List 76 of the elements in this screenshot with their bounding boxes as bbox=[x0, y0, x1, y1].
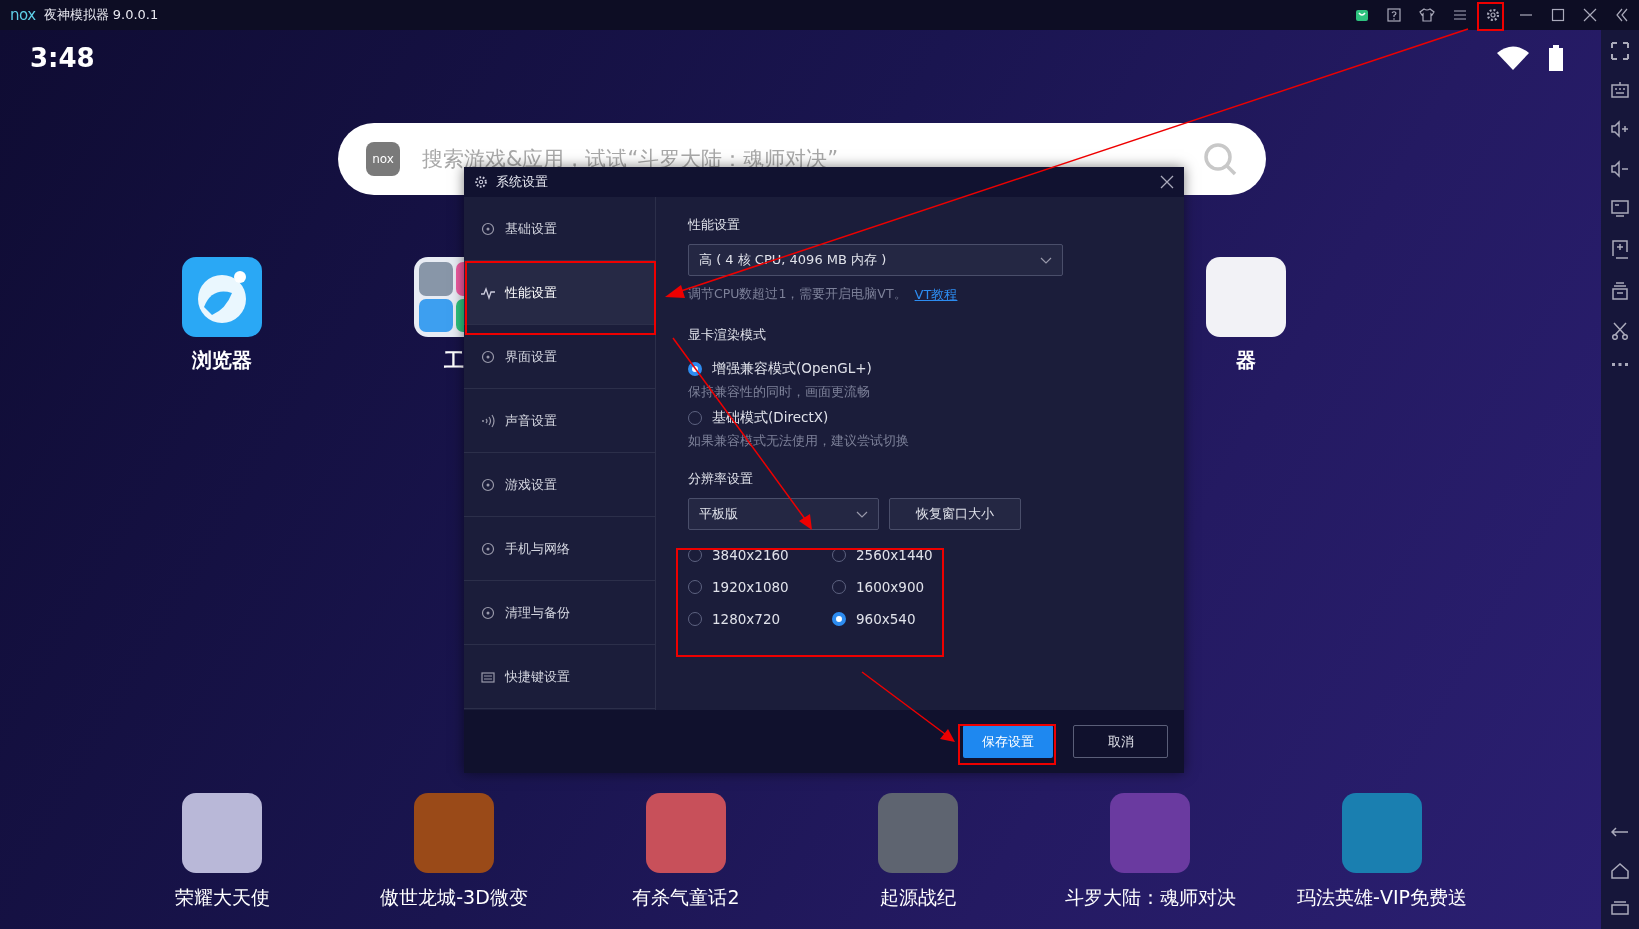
radio-option[interactable]: 2560x1440 bbox=[832, 544, 972, 566]
hint-text: 调节CPU数超过1，需要开启电脑VT。 bbox=[688, 286, 907, 303]
app-icon[interactable] bbox=[182, 793, 262, 873]
nox-logo: nox bbox=[366, 142, 400, 176]
nav-item[interactable]: 游戏设置 bbox=[464, 453, 655, 517]
nav-icon bbox=[481, 541, 495, 556]
clock-time: 3:48 bbox=[30, 43, 95, 73]
nav-icon bbox=[481, 477, 495, 492]
highlight-frame bbox=[1477, 2, 1504, 31]
help-icon[interactable] bbox=[1387, 8, 1401, 22]
maximize-icon[interactable] bbox=[1551, 8, 1565, 22]
volume-up-icon[interactable] bbox=[1611, 120, 1629, 138]
close-icon[interactable] bbox=[1160, 175, 1174, 189]
section-heading: 性能设置 bbox=[688, 216, 741, 234]
nav-item[interactable]: 快捷键设置 bbox=[464, 645, 655, 709]
nav-icon bbox=[481, 349, 495, 364]
nav-item[interactable]: 界面设置 bbox=[464, 325, 655, 389]
nav-icon bbox=[481, 221, 495, 236]
nav-icon bbox=[481, 669, 495, 684]
app-label[interactable]: 器 bbox=[1236, 347, 1256, 374]
radio-option[interactable]: 1280x720 bbox=[688, 608, 832, 630]
apk-install-icon[interactable] bbox=[1611, 240, 1629, 260]
radio-option[interactable]: 1600x900 bbox=[832, 576, 972, 598]
chevron-down-icon bbox=[856, 510, 868, 518]
chevron-down-icon bbox=[1040, 256, 1052, 264]
wifi-icon bbox=[1497, 46, 1529, 70]
app-label[interactable]: 起源战纪 bbox=[880, 885, 956, 911]
radio-option[interactable]: 3840x2160 bbox=[688, 544, 832, 566]
section-heading: 分辨率设置 bbox=[688, 470, 754, 488]
volume-down-icon[interactable] bbox=[1611, 160, 1629, 178]
nav-icon bbox=[481, 285, 495, 300]
settings-icon bbox=[474, 175, 488, 189]
save-button[interactable]: 保存设置 bbox=[963, 725, 1053, 758]
radio-button[interactable] bbox=[832, 612, 846, 626]
nav-item[interactable]: 基础设置 bbox=[464, 197, 655, 261]
close-icon[interactable] bbox=[1583, 8, 1597, 22]
radio-option[interactable]: 1920x1080 bbox=[688, 576, 832, 598]
scissors-icon[interactable] bbox=[1611, 322, 1629, 340]
shirt-icon[interactable] bbox=[1419, 8, 1435, 22]
app-label[interactable]: 浏览器 bbox=[192, 347, 252, 374]
nav-icon bbox=[481, 413, 495, 428]
resolution-dropdown[interactable]: 平板版 bbox=[688, 498, 879, 530]
radio-option[interactable]: 960x540 bbox=[832, 608, 972, 630]
nav-item[interactable]: 声音设置 bbox=[464, 389, 655, 453]
keyboard-icon[interactable] bbox=[1611, 82, 1629, 98]
app-label[interactable]: 斗罗大陆：魂师对决 bbox=[1064, 885, 1236, 911]
section-heading: 显卡渲染模式 bbox=[688, 326, 767, 344]
recent-apps-icon[interactable] bbox=[1611, 901, 1629, 915]
collapse-icon[interactable] bbox=[1615, 8, 1629, 22]
battery-icon bbox=[1549, 45, 1563, 71]
app-label[interactable]: 傲世龙城-3D微变 bbox=[380, 885, 528, 911]
cancel-button[interactable]: 取消 bbox=[1073, 725, 1168, 758]
app-label[interactable]: 工 bbox=[444, 347, 464, 374]
menu-icon[interactable] bbox=[1453, 8, 1467, 22]
nav-icon bbox=[481, 605, 495, 620]
browser-icon[interactable] bbox=[182, 257, 262, 337]
nox-logo: nox bbox=[10, 6, 36, 24]
reset-window-button[interactable]: 恢复窗口大小 bbox=[889, 498, 1021, 530]
settings-icon[interactable] bbox=[1485, 7, 1501, 23]
app-label[interactable]: 有杀气童话2 bbox=[632, 885, 740, 911]
dialog-title: 系统设置 bbox=[496, 173, 548, 191]
fullscreen-icon[interactable] bbox=[1611, 42, 1629, 60]
app-label[interactable]: 玛法英雄-VIP免费送 bbox=[1297, 885, 1467, 911]
stack-icon[interactable] bbox=[1611, 282, 1629, 300]
radio-option[interactable]: 增强兼容模式(OpenGL+) bbox=[688, 358, 1184, 380]
home-icon[interactable] bbox=[1611, 863, 1629, 879]
nav-item[interactable]: 清理与备份 bbox=[464, 581, 655, 645]
vt-tutorial-link[interactable]: VT教程 bbox=[914, 286, 958, 304]
shopping-bag-icon[interactable] bbox=[1355, 8, 1369, 22]
nav-item[interactable]: 手机与网络 bbox=[464, 517, 655, 581]
more-icon[interactable] bbox=[1611, 362, 1629, 366]
window-title: 夜神模拟器 9.0.0.1 bbox=[43, 6, 159, 24]
app-icon[interactable] bbox=[1206, 257, 1286, 337]
nav-item[interactable]: 性能设置 bbox=[464, 261, 655, 325]
app-label[interactable]: 荣耀大天使 bbox=[174, 885, 270, 911]
monitor-icon[interactable] bbox=[1611, 200, 1629, 218]
